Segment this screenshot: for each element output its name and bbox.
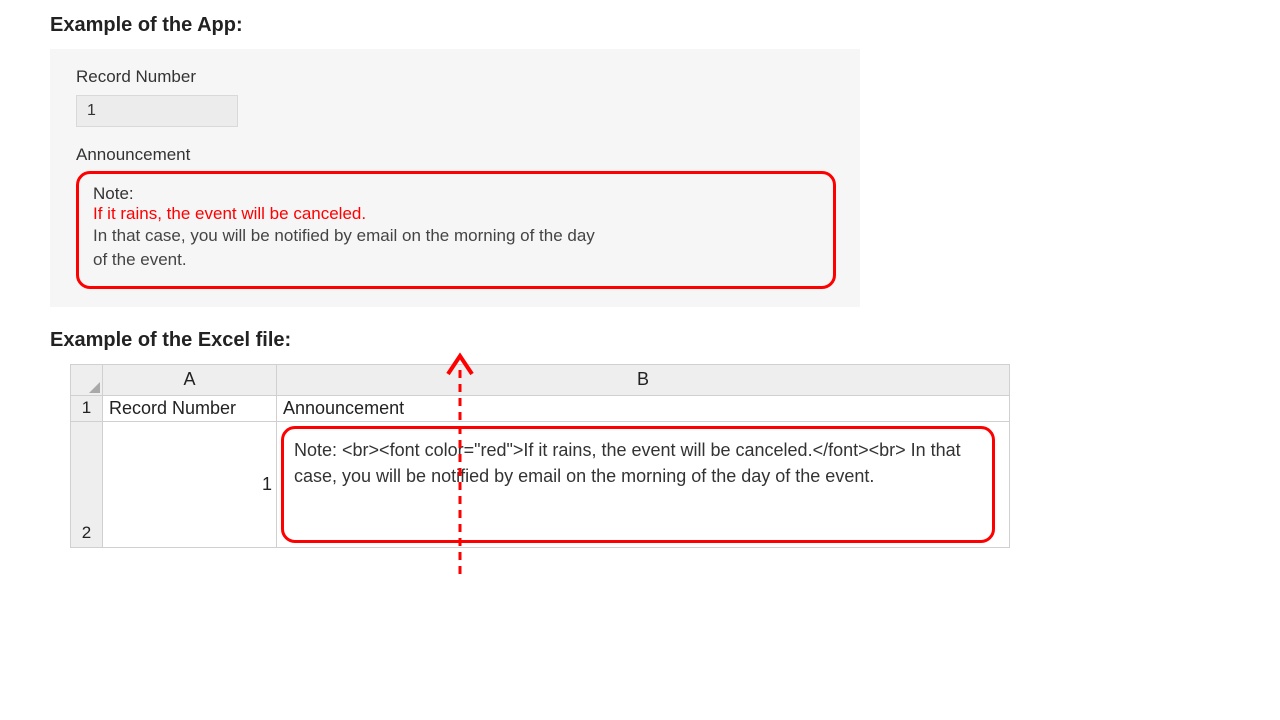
record-number-value: 1 <box>76 95 238 127</box>
announcement-callout: Note: If it rains, the event will be can… <box>76 171 836 289</box>
row-header-2[interactable]: 2 <box>71 421 103 547</box>
note-title: Note: <box>93 184 819 204</box>
record-number-label: Record Number <box>76 67 860 87</box>
excel-header-row: A B <box>71 364 1010 395</box>
note-body-line2: of the event. <box>93 248 819 272</box>
row-header-1[interactable]: 1 <box>71 395 103 421</box>
heading-excel-example: Example of the Excel file: <box>50 329 1230 352</box>
excel-row-2: 2 1 Note: <br><font color="red">If it ra… <box>71 421 1010 547</box>
announcement-label: Announcement <box>76 145 860 165</box>
column-header-A[interactable]: A <box>103 364 277 395</box>
cell-B2[interactable]: Note: <br><font color="red">If it rains,… <box>277 421 1010 547</box>
excel-row-1: 1 Record Number Announcement <box>71 395 1010 421</box>
cell-A1[interactable]: Record Number <box>103 395 277 421</box>
select-all-corner[interactable] <box>71 364 103 395</box>
cell-B2-callout: Note: <br><font color="red">If it rains,… <box>281 426 995 543</box>
note-red-line: If it rains, the event will be canceled. <box>93 204 819 224</box>
cell-B1[interactable]: Announcement <box>277 395 1010 421</box>
excel-grid: A B 1 Record Number Announcement 2 1 Not… <box>70 364 1010 548</box>
app-panel: Record Number 1 Announcement Note: If it… <box>50 49 860 307</box>
heading-app-example: Example of the App: <box>50 14 1230 37</box>
note-body-line1: In that case, you will be notified by em… <box>93 224 819 248</box>
column-header-B[interactable]: B <box>277 364 1010 395</box>
cell-A2[interactable]: 1 <box>103 421 277 547</box>
